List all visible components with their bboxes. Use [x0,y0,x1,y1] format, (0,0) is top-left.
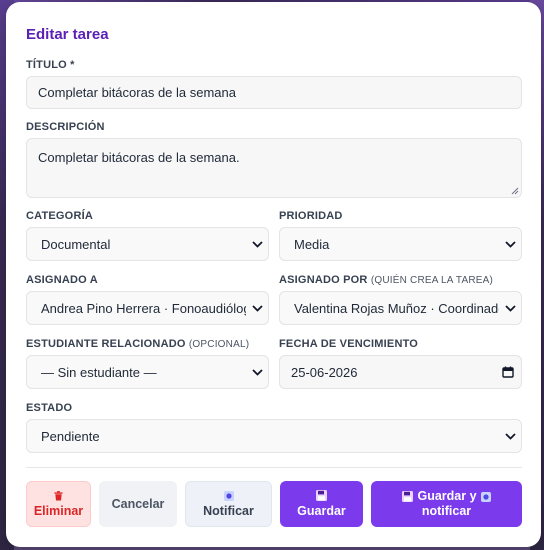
estudiante-value: — Sin estudiante — [41,364,157,380]
guardar-y-notificar-label-2: notificar [421,504,472,518]
asignado-por-label-text: ASIGNADO POR [279,274,368,286]
bell-icon [480,491,491,502]
estudiante-label: ESTUDIANTE RELACIONADO (OPCIONAL) [26,338,249,350]
titulo-input[interactable]: Completar bitácoras de la semana [26,76,522,109]
chevron-down-icon [246,356,268,388]
guardar-y-notificar-button[interactable]: Guardar y notificar [371,481,522,527]
prioridad-value: Media [294,236,330,252]
chevron-down-icon [246,228,268,260]
calendar-icon[interactable] [495,356,521,388]
asignado-a-label: ASIGNADO A [26,274,98,286]
estado-label: ESTADO [26,402,73,414]
guardar-y-notificar-label-1: Guardar y [417,489,477,503]
descripcion-textarea[interactable]: Completar bitácoras de la semana. [26,138,522,198]
estado-value: Pendiente [41,428,100,444]
asignado-a-select[interactable]: Andrea Pino Herrera · Fonoaudiólogo/a [26,291,269,325]
asignado-por-select[interactable]: Valentina Rojas Muñoz · Coordinador/a [279,291,522,325]
fecha-value: 25-06-2026 [291,364,358,380]
prioridad-label: PRIORIDAD [279,210,343,222]
notificar-button[interactable]: Notificar [185,481,272,527]
asignado-por-label: ASIGNADO POR (QUIÉN CREA LA TAREA) [279,274,493,286]
floppy-disk-icon [316,489,327,502]
estudiante-select[interactable]: — Sin estudiante — [26,355,269,389]
resize-handle-icon[interactable] [511,187,519,195]
cancelar-label: Cancelar [111,496,165,511]
fecha-input[interactable]: 25-06-2026 [279,355,522,389]
eliminar-button[interactable]: Eliminar [26,481,91,527]
notificar-label: Notificar [203,504,254,518]
guardar-label: Guardar [297,504,346,518]
asignado-por-hint: (QUIÉN CREA LA TAREA) [370,275,494,286]
categoria-value: Documental [41,236,111,252]
categoria-select[interactable]: Documental [26,227,269,261]
asignado-a-value: Andrea Pino Herrera · Fonoaudiólogo/a [41,300,246,316]
titulo-value: Completar bitácoras de la semana [38,85,236,100]
descripcion-label: DESCRIPCIÓN [26,121,105,133]
chevron-down-icon [499,420,521,452]
estado-select[interactable]: Pendiente [26,419,522,453]
asignado-por-value: Valentina Rojas Muñoz · Coordinador/a [294,300,499,316]
trash-icon [54,489,63,502]
eliminar-label: Eliminar [33,504,84,518]
guardar-y-notificar-line1: Guardar y [402,489,491,504]
estudiante-hint: (OPCIONAL) [188,339,250,350]
chevron-down-icon [499,228,521,260]
titulo-label: TÍTULO * [26,59,75,71]
bell-icon [223,489,234,502]
guardar-button[interactable]: Guardar [280,481,363,527]
cancelar-button[interactable]: Cancelar [99,481,177,527]
descripcion-value: Completar bitácoras de la semana. [38,150,240,165]
edit-task-modal: Editar tarea TÍTULO * Completar bitácora… [6,2,541,547]
floppy-disk-icon [402,491,414,502]
prioridad-select[interactable]: Media [279,227,522,261]
estudiante-label-text: ESTUDIANTE RELACIONADO [26,338,186,350]
footer-divider [26,467,522,468]
chevron-down-icon [499,292,521,324]
chevron-down-icon [246,292,268,324]
modal-title: Editar tarea [26,26,109,43]
fecha-label: FECHA DE VENCIMIENTO [279,338,419,350]
categoria-label: CATEGORÍA [26,210,93,222]
